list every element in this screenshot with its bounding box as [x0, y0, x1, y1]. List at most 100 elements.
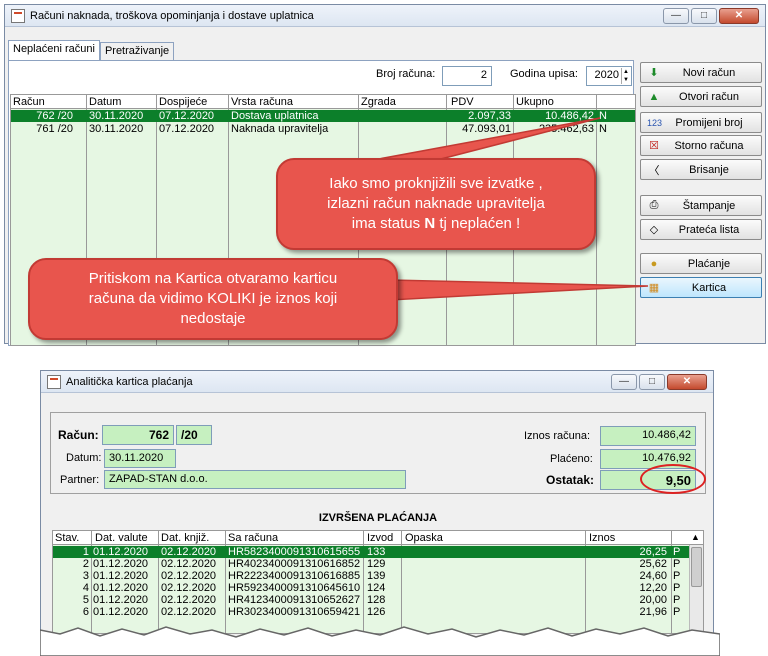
- cell-racun: HR4023400091310616852: [228, 558, 361, 570]
- partner-field: ZAPAD-STAN d.o.o.: [104, 470, 406, 489]
- numbers-icon: 123: [647, 117, 663, 128]
- app-icon: [11, 8, 25, 23]
- cell-stav: 4: [82, 582, 89, 594]
- cell-valute: 01.12.2020: [93, 570, 149, 582]
- maximize-button[interactable]: □: [691, 7, 717, 24]
- datum-field: 30.11.2020: [104, 449, 176, 468]
- minimize-button-2[interactable]: —: [611, 373, 637, 390]
- brisanje-button[interactable]: 〈 Brisanje: [640, 159, 762, 180]
- close-button[interactable]: ✕: [719, 7, 759, 24]
- maximize-button-2[interactable]: □: [639, 373, 665, 390]
- col-iznos[interactable]: Iznos: [589, 532, 615, 544]
- cell-knjiz: 02.12.2020: [161, 582, 217, 594]
- diamond-icon: ◇: [649, 224, 659, 236]
- table-row[interactable]: 761 /20 30.11.2020 07.12.2020 Naknada up…: [11, 123, 635, 135]
- racun-label: Račun:: [58, 428, 99, 442]
- col-opaska[interactable]: Opaska: [405, 532, 443, 544]
- col-racun[interactable]: Račun: [13, 96, 45, 108]
- col-knjiz[interactable]: Dat. knjiž.: [161, 532, 209, 544]
- cell-izvod: 124: [367, 582, 386, 594]
- table-row[interactable]: 3 01.12.2020 02.12.2020 HR22234000913106168…: [53, 570, 689, 582]
- card-app-icon: [47, 374, 61, 389]
- partner-label: Partner:: [60, 474, 100, 486]
- col-sa-racuna[interactable]: Sa računa: [228, 532, 278, 544]
- torn-edge: [40, 626, 720, 656]
- scroll-up-icon[interactable]: ▲: [691, 532, 700, 542]
- cell-iznos: 25,62: [639, 558, 667, 570]
- cell-knjiz: 02.12.2020: [161, 546, 217, 558]
- spinner-arrows-icon[interactable]: ▲ ▼: [621, 68, 630, 84]
- cell-knjiz: 02.12.2020: [161, 570, 217, 582]
- col-vrsta[interactable]: Vrsta računa: [231, 96, 293, 108]
- cell-iznos: 26,25: [639, 546, 667, 558]
- printer-icon: ⎙: [649, 199, 659, 211]
- table-header: Račun Datum Dospijeće Vrsta računa Zgrad…: [11, 95, 635, 109]
- callout-status: Iako smo proknjižili sve izvatke , izlaz…: [276, 158, 596, 250]
- godina-spinner[interactable]: 2020 ▲ ▼: [586, 66, 632, 86]
- tab-pretrazivanje[interactable]: Pretraživanje: [99, 42, 175, 60]
- cell-p: P: [673, 546, 681, 558]
- cell-stav: 5: [82, 594, 89, 606]
- cell-p: P: [673, 594, 681, 606]
- cell-izvod: 128: [367, 594, 386, 606]
- col-stav[interactable]: Stav.: [55, 532, 79, 544]
- tab-neplaceni[interactable]: Neplaćeni računi: [8, 40, 100, 60]
- kartica-button[interactable]: ▦ Kartica: [640, 277, 762, 298]
- highlight-ellipse: [640, 464, 706, 494]
- placanje-button[interactable]: ● Plaćanje: [640, 253, 762, 274]
- cell-valute: 01.12.2020: [93, 558, 149, 570]
- col-zgrada[interactable]: Zgrada: [361, 96, 396, 108]
- table-row[interactable]: 762 /20 30.11.2020 07.12.2020 Dostava up…: [11, 110, 635, 122]
- cell-knjiz: 02.12.2020: [161, 558, 217, 570]
- eraser-icon: 〈: [648, 164, 660, 177]
- broj-label: Broj računa:: [376, 68, 436, 80]
- callout-kartica: Pritiskom na Kartica otvaramo karticu ra…: [28, 258, 398, 340]
- cell-stav: 3: [82, 570, 89, 582]
- broj-input[interactable]: 2: [442, 66, 492, 86]
- godina-label: Godina upisa:: [510, 68, 578, 80]
- storno-button[interactable]: ☒ Storno računa: [640, 135, 762, 156]
- cell-iznos: 20,00: [639, 594, 667, 606]
- titlebar-2: Analitička kartica plaćanja — □ ✕: [41, 371, 713, 393]
- new-arrow-icon: ⬇: [649, 67, 659, 79]
- cell-p: P: [673, 558, 681, 570]
- table-row[interactable]: 5 01.12.2020 02.12.2020 HR41234000913106526…: [53, 594, 689, 606]
- pratecalista-button[interactable]: ◇ Prateća lista: [640, 219, 762, 240]
- col-datum[interactable]: Datum: [89, 96, 121, 108]
- col-ukupno[interactable]: Ukupno: [516, 96, 554, 108]
- otvori-racun-button[interactable]: ▲ Otvori račun: [640, 86, 762, 107]
- window-title-2: Analitička kartica plaćanja: [66, 375, 193, 388]
- scrollbar-thumb[interactable]: [691, 547, 702, 587]
- cell-racun: HR4123400091310652627: [228, 594, 361, 606]
- window-title: Računi naknada, troškova opominjanja i d…: [30, 9, 314, 22]
- novi-racun-button[interactable]: ⬇ Novi račun: [640, 62, 762, 83]
- iznos-field: 10.486,42: [600, 426, 696, 446]
- cell-p: P: [673, 582, 681, 594]
- cell-izvod: 139: [367, 570, 386, 582]
- col-valute[interactable]: Dat. valute: [95, 532, 148, 544]
- iznos-label: Iznos računa:: [524, 430, 591, 442]
- datum-label: Datum:: [66, 452, 102, 464]
- col-pdv[interactable]: PDV: [451, 96, 474, 108]
- storno-x-icon: ☒: [649, 140, 659, 152]
- cell-racun: HR2223400091310616885: [228, 570, 361, 582]
- cell-racun: HR5823400091310615655: [228, 546, 361, 558]
- table-row[interactable]: 1 01.12.2020 02.12.2020 HR58234000913106156…: [53, 546, 689, 558]
- racun-godina-field: /20: [176, 425, 212, 445]
- open-triangle-icon: ▲: [648, 90, 660, 103]
- ostatak-label: Ostatak:: [546, 473, 595, 487]
- promijeni-broj-button[interactable]: 123 Promijeni broj: [640, 112, 762, 133]
- table-row[interactable]: 2 01.12.2020 02.12.2020 HR40234000913106168…: [53, 558, 689, 570]
- close-button-2[interactable]: ✕: [667, 373, 707, 390]
- stampanje-button[interactable]: ⎙ Štampanje: [640, 195, 762, 216]
- table-row[interactable]: 4 01.12.2020 02.12.2020 HR59234000913106456…: [53, 582, 689, 594]
- cell-izvod: 129: [367, 558, 386, 570]
- table-header-2: Stav. Dat. valute Dat. knjiž. Sa računa …: [53, 531, 703, 545]
- section-title: IZVRŠENA PLAĆANJA: [318, 512, 438, 524]
- minimize-button[interactable]: —: [663, 7, 689, 24]
- col-dospijece[interactable]: Dospijeće: [159, 96, 207, 108]
- cell-valute: 01.12.2020: [93, 582, 149, 594]
- coins-icon: ●: [650, 257, 658, 270]
- placeno-label: Plaćeno:: [550, 453, 593, 465]
- col-izvod[interactable]: Izvod: [367, 532, 393, 544]
